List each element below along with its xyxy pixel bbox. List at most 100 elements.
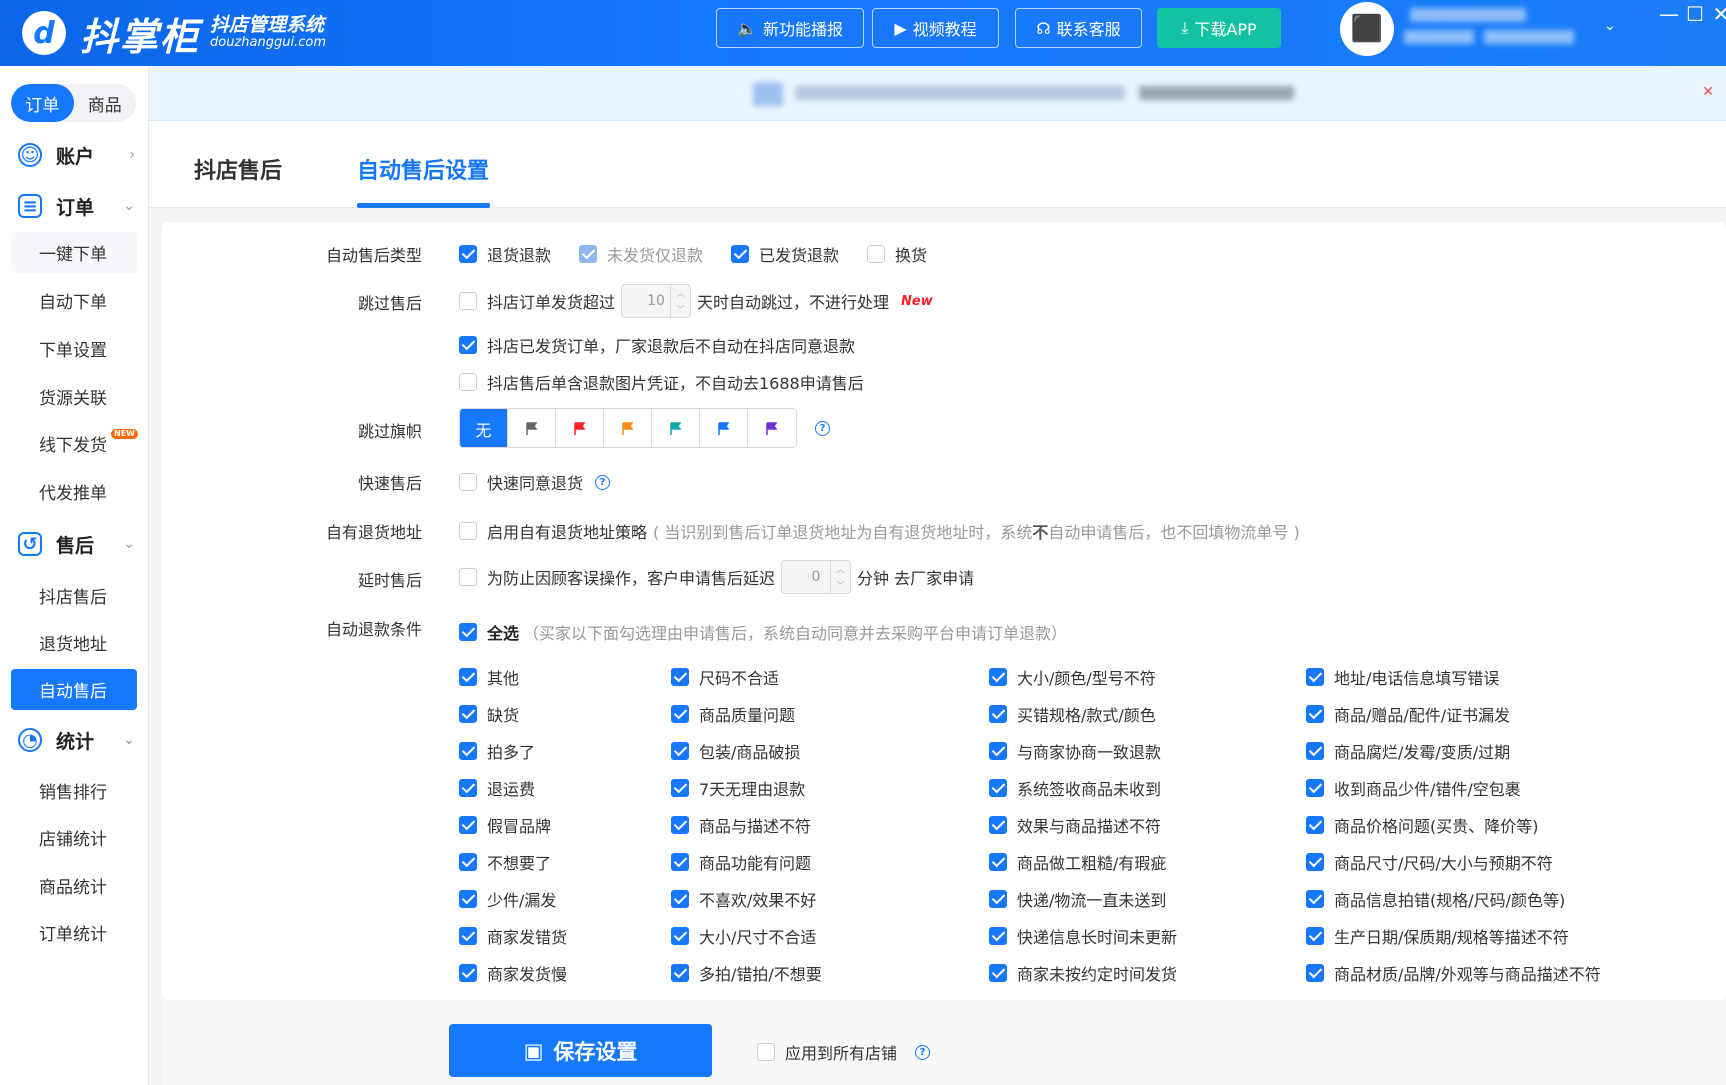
checkbox[interactable]: [989, 964, 1007, 982]
checkbox[interactable]: [671, 668, 689, 686]
condition-item[interactable]: 买错规格/款式/颜色: [989, 702, 1156, 726]
checkbox[interactable]: [731, 245, 750, 263]
checkbox[interactable]: [459, 522, 477, 540]
flag-teal[interactable]: [652, 409, 700, 447]
checkbox[interactable]: [459, 473, 477, 491]
condition-item[interactable]: 快递/物流一直未送到: [989, 887, 1166, 911]
sidebar-item-douyin-after-sales[interactable]: 抖店售后: [11, 575, 137, 616]
checkbox[interactable]: [1306, 964, 1324, 982]
checkbox[interactable]: [459, 245, 477, 263]
condition-item[interactable]: 大小/尺寸不合适: [671, 924, 816, 948]
condition-item[interactable]: 其他: [459, 665, 519, 689]
condition-item[interactable]: 生产日期/保质期/规格等描述不符: [1306, 924, 1569, 948]
checkbox[interactable]: [671, 964, 689, 982]
checkbox[interactable]: [1306, 779, 1324, 797]
checkbox[interactable]: [989, 816, 1007, 834]
checkbox[interactable]: [671, 742, 689, 760]
apply-all-checkbox[interactable]: [757, 1043, 775, 1061]
stepper-arrows[interactable]: ︿ ﹀: [830, 561, 850, 593]
sidebar-group-account[interactable]: ☺ 账户 ›: [0, 135, 149, 175]
sidebar-group-after-sales[interactable]: ↺ 售后 ⌄: [0, 524, 149, 564]
checkbox[interactable]: [459, 742, 477, 760]
sidebar-group-statistics[interactable]: ◔ 统计 ⌄: [0, 720, 149, 760]
type-return-refund[interactable]: 退货退款: [459, 242, 551, 266]
checkbox[interactable]: [459, 964, 477, 982]
condition-item[interactable]: 商品功能有问题: [671, 850, 811, 874]
help-icon[interactable]: ?: [915, 1044, 931, 1060]
flag-purple[interactable]: [748, 409, 796, 447]
new-features-button[interactable]: 🔈 新功能播报: [716, 8, 864, 48]
sidebar-item-one-click-order[interactable]: 一键下单: [11, 232, 137, 273]
video-tutorial-button[interactable]: ▶ 视频教程: [872, 8, 999, 48]
condition-item[interactable]: 包装/商品破损: [671, 739, 800, 763]
condition-item[interactable]: 少件/漏发: [459, 887, 556, 911]
checkbox[interactable]: [671, 816, 689, 834]
sidebar-item-order-stats[interactable]: 订单统计: [11, 912, 137, 953]
checkbox[interactable]: [989, 668, 1007, 686]
tab-auto-after-sales-settings[interactable]: 自动售后设置: [357, 153, 489, 185]
condition-item[interactable]: 商家发货慢: [459, 961, 567, 985]
type-exchange[interactable]: 换货: [867, 242, 927, 266]
sidebar-item-shop-stats[interactable]: 店铺统计: [11, 817, 137, 858]
flag-blue[interactable]: [700, 409, 748, 447]
skip-factory-refund-row[interactable]: 抖店已发货订单，厂家退款后不自动在抖店同意退款: [459, 333, 855, 357]
checkbox[interactable]: [1306, 853, 1324, 871]
checkbox[interactable]: [671, 779, 689, 797]
checkbox[interactable]: [1306, 927, 1324, 945]
condition-item[interactable]: 退运费: [459, 776, 535, 800]
checkbox[interactable]: [671, 705, 689, 723]
condition-item[interactable]: 效果与商品描述不符: [989, 813, 1161, 837]
delay-minutes-input[interactable]: 0 ︿ ﹀: [781, 560, 852, 594]
close-window-icon[interactable]: ✕: [1706, 2, 1726, 26]
checkbox[interactable]: [989, 890, 1007, 908]
checkbox[interactable]: [459, 336, 477, 354]
quick-row[interactable]: 快速同意退货 ?: [459, 470, 611, 494]
condition-item[interactable]: 拍多了: [459, 739, 535, 763]
skip-image-proof-row[interactable]: 抖店售后单含退款图片凭证，不自动去1688申请售后: [459, 370, 864, 394]
checkbox[interactable]: [1306, 816, 1324, 834]
checkbox[interactable]: [989, 853, 1007, 871]
flag-none[interactable]: 无: [460, 409, 508, 447]
condition-item[interactable]: 不喜欢/效果不好: [671, 887, 816, 911]
checkbox[interactable]: [459, 705, 477, 723]
sidebar-item-order-settings[interactable]: 下单设置: [11, 328, 137, 369]
contact-support-button[interactable]: ☊ 联系客服: [1015, 8, 1142, 48]
condition-item[interactable]: 商品尺寸/尺码/大小与预期不符: [1306, 850, 1553, 874]
tab-douyin-after-sales[interactable]: 抖店售后: [194, 153, 282, 185]
download-app-button[interactable]: ⤓ 下载APP: [1157, 8, 1281, 48]
condition-item[interactable]: 多拍/错拍/不想要: [671, 961, 822, 985]
checkbox[interactable]: [671, 853, 689, 871]
close-notice-icon[interactable]: ✕: [1702, 84, 1714, 100]
condition-item[interactable]: 假冒品牌: [459, 813, 551, 837]
checkbox[interactable]: [1306, 705, 1324, 723]
sidebar-item-dropship-push[interactable]: 代发推单: [11, 471, 137, 512]
checkbox[interactable]: [989, 705, 1007, 723]
condition-item[interactable]: 商品做工粗糙/有瑕疵: [989, 850, 1166, 874]
checkbox[interactable]: [459, 373, 477, 391]
condition-item[interactable]: 商品价格问题(买贵、降价等): [1306, 813, 1539, 837]
condition-item[interactable]: 商品质量问题: [671, 702, 795, 726]
mode-products-tab[interactable]: 商品: [74, 84, 137, 122]
checkbox[interactable]: [1306, 890, 1324, 908]
condition-item[interactable]: 商品信息拍错(规格/尺码/颜色等): [1306, 887, 1565, 911]
condition-item[interactable]: 系统签收商品未收到: [989, 776, 1161, 800]
condition-item[interactable]: 商家未按约定时间发货: [989, 961, 1177, 985]
condition-item[interactable]: 缺货: [459, 702, 519, 726]
help-icon[interactable]: ?: [815, 420, 830, 436]
checkbox[interactable]: [459, 668, 477, 686]
sidebar-group-orders[interactable]: ≡ 订单 ⌄: [0, 186, 149, 226]
condition-item[interactable]: 收到商品少件/错件/空包裹: [1306, 776, 1521, 800]
user-avatar[interactable]: ⬛: [1340, 2, 1394, 56]
condition-item[interactable]: 快递信息长时间未更新: [989, 924, 1177, 948]
checkbox[interactable]: [671, 927, 689, 945]
own-address-row[interactable]: 启用自有退货地址策略 ( 当识别到售后订单退货地址为自有退货地址时，系统不自动申…: [459, 519, 1300, 543]
sidebar-item-source-link[interactable]: 货源关联: [11, 376, 137, 417]
condition-item[interactable]: 不想要了: [459, 850, 551, 874]
checkbox[interactable]: [989, 927, 1007, 945]
checkbox[interactable]: [1306, 668, 1324, 686]
checkbox[interactable]: [867, 245, 886, 263]
checkbox[interactable]: [459, 927, 477, 945]
type-shipped-refund[interactable]: 已发货退款: [731, 242, 839, 266]
condition-item[interactable]: 与商家协商一致退款: [989, 739, 1161, 763]
checkbox[interactable]: [459, 816, 477, 834]
